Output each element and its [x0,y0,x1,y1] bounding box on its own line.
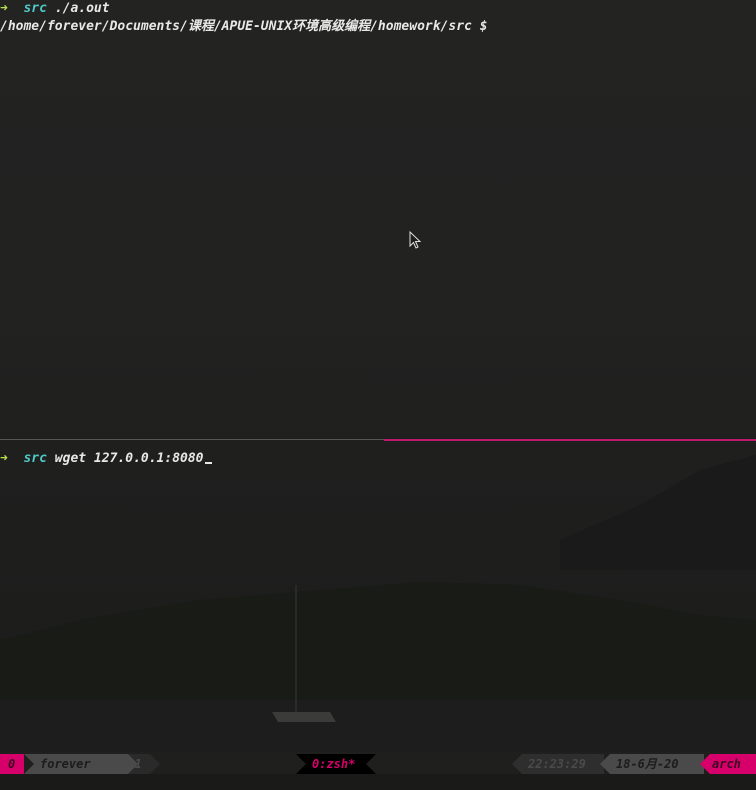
command-text[interactable]: wget 127.0.0.1:8080 [55,451,204,466]
text-cursor [204,462,212,464]
status-date: 18-6月-20 [600,754,704,774]
output-line: /home/forever/Documents/课程/APUE-UNIX环境高级… [0,19,488,34]
pane-divider-active[interactable] [384,439,756,441]
command-text: ./a.out [54,1,110,16]
status-session[interactable]: 0 [0,754,24,774]
status-user: forever [24,754,138,774]
arrow-cursor-icon [409,231,421,249]
status-host: arch [700,754,756,774]
status-time: 22:23:29 [512,754,604,774]
prompt-arrow: ➜ [0,1,8,16]
terminal-pane-top[interactable]: ➜ src ./a.out /home/forever/Documents/课程… [0,0,756,438]
bottom-edge [0,774,756,790]
status-window-tab[interactable]: 0:zsh* [296,754,376,774]
pane-divider[interactable] [0,439,384,440]
command-line: ➜ src ./a.out [0,0,110,18]
prompt-arrow: ➜ [0,451,8,466]
prompt-directory: src [23,1,47,16]
command-line: ➜ src wget 127.0.0.1:8080 [0,450,212,468]
prompt-directory: src [23,451,47,466]
tmux-status-bar: 0:1 forever 0 0:zsh* 22:23:29 18-6月-20 a… [0,754,756,774]
terminal-pane-bottom[interactable]: ➜ src wget 127.0.0.1:8080 [0,442,756,752]
